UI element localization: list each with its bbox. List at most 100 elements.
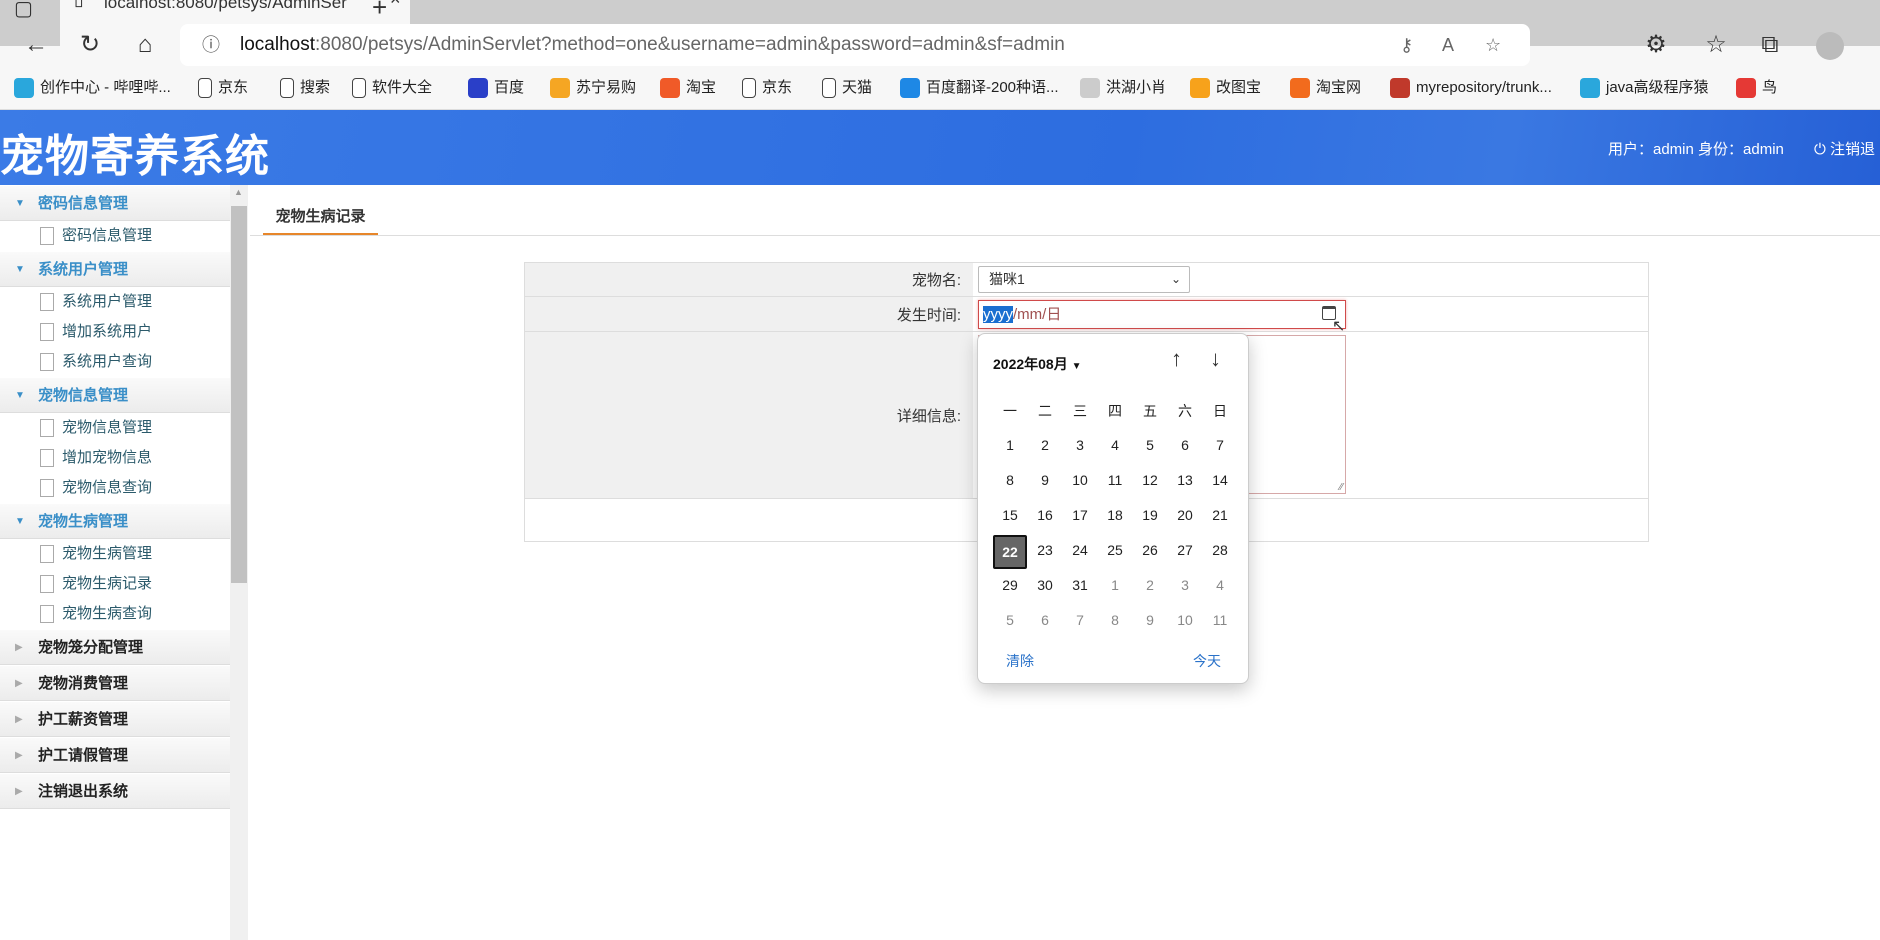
bookmark-item[interactable]: 苏宁易购 (550, 70, 636, 106)
sidebar-group[interactable]: ▼ 系统用户管理 (0, 251, 230, 287)
calendar-day[interactable]: 25 (1098, 542, 1132, 558)
calendar-day[interactable]: 13 (1168, 472, 1202, 488)
bookmark-item[interactable]: 淘宝网 (1290, 70, 1361, 106)
bookmark-item[interactable]: 创作中心 - 哔哩哔... (14, 70, 171, 106)
calendar-day[interactable]: 3 (1063, 437, 1097, 453)
calendar-day[interactable]: 9 (1028, 472, 1062, 488)
calendar-day[interactable]: 6 (1168, 437, 1202, 453)
sidebar-item[interactable]: 宠物信息查询 (0, 473, 230, 503)
sidebar-item[interactable]: 密码信息管理 (0, 221, 230, 251)
sidebar-item[interactable]: 宠物生病查询 (0, 599, 230, 629)
calendar-day[interactable]: 10 (1063, 472, 1097, 488)
calendar-day[interactable]: 18 (1098, 507, 1132, 523)
calendar-day[interactable]: 30 (1028, 577, 1062, 593)
calendar-day[interactable]: 10 (1168, 612, 1202, 628)
bookmark-item[interactable]: 京东 (198, 70, 248, 106)
bookmark-item[interactable]: 淘宝 (660, 70, 716, 106)
bookmark-item[interactable]: 鸟 (1736, 70, 1777, 106)
month-year-dropdown[interactable]: 2022年08月 ▼ (993, 354, 1082, 374)
calendar-day[interactable]: 1 (1098, 577, 1132, 593)
bookmark-item[interactable]: 百度 (468, 70, 524, 106)
calendar-day[interactable]: 3 (1168, 577, 1202, 593)
date-year-segment[interactable]: yyyy (983, 306, 1013, 323)
calendar-day[interactable]: 5 (993, 612, 1027, 628)
calendar-day[interactable]: 2 (1133, 577, 1167, 593)
calendar-day[interactable]: 2 (1028, 437, 1062, 453)
calendar-day[interactable]: 4 (1098, 437, 1132, 453)
calendar-day[interactable]: 19 (1133, 507, 1167, 523)
calendar-day-today[interactable]: 22 (993, 535, 1027, 569)
pet-name-select[interactable]: 猫咪1 ⌄ (978, 266, 1190, 293)
previous-month-arrow-icon[interactable]: ↑ (1171, 346, 1182, 372)
sidebar-group[interactable]: ▶ 宠物笼分配管理 (0, 629, 230, 665)
sidebar-scrollbar-thumb[interactable] (231, 206, 247, 583)
calendar-day[interactable]: 9 (1133, 612, 1167, 628)
sidebar-item[interactable]: 宠物生病记录 (0, 569, 230, 599)
sidebar-item[interactable]: 系统用户管理 (0, 287, 230, 317)
calendar-day[interactable]: 15 (993, 507, 1027, 523)
bookmark-item[interactable]: 天猫 (822, 70, 872, 106)
logout-link[interactable]: ⏻ 注销退 (1814, 138, 1875, 159)
calendar-day[interactable]: 7 (1203, 437, 1237, 453)
address-bar[interactable]: ⓘ localhost:8080/petsys/AdminServlet?met… (180, 24, 1530, 66)
sidebar-group[interactable]: ▶ 宠物消费管理 (0, 665, 230, 701)
calendar-day[interactable]: 4 (1203, 577, 1237, 593)
extensions-icon[interactable]: ⚙ (1636, 24, 1676, 66)
calendar-day[interactable]: 7 (1063, 612, 1097, 628)
bookmark-item[interactable]: java高级程序猿 (1580, 70, 1709, 106)
sidebar-group[interactable]: ▶ 护工请假管理 (0, 737, 230, 773)
clear-button[interactable]: 清除 (1006, 651, 1034, 671)
favorites-icon[interactable]: ☆ (1696, 24, 1736, 66)
calendar-day[interactable]: 11 (1098, 472, 1132, 488)
calendar-day[interactable]: 16 (1028, 507, 1062, 523)
key-icon[interactable]: ⚷ (1400, 24, 1413, 66)
calendar-day[interactable]: 6 (1028, 612, 1062, 628)
calendar-day[interactable]: 17 (1063, 507, 1097, 523)
bookmark-item[interactable]: 洪湖小肖 (1080, 70, 1166, 106)
next-month-arrow-icon[interactable]: ↓ (1210, 346, 1221, 372)
calendar-day[interactable]: 28 (1203, 542, 1237, 558)
close-tab-icon[interactable]: × (390, 0, 401, 8)
calendar-day[interactable]: 27 (1168, 542, 1202, 558)
resize-handle-icon[interactable]: ⁄⁄ (1340, 482, 1343, 493)
sidebar-item[interactable]: 增加宠物信息 (0, 443, 230, 473)
calendar-day[interactable]: 1 (993, 437, 1027, 453)
new-tab-icon[interactable]: + (372, 0, 387, 23)
sidebar-item[interactable]: 增加系统用户 (0, 317, 230, 347)
occurrence-date-input[interactable]: yyyy/mm/日 (978, 300, 1346, 329)
calendar-day[interactable]: 26 (1133, 542, 1167, 558)
bookmark-item[interactable]: 软件大全 (352, 70, 432, 106)
scroll-up-icon[interactable]: ▲ (234, 187, 243, 197)
bookmark-item[interactable]: myrepository/trunk... (1390, 70, 1552, 106)
bookmark-item[interactable]: 搜索 (280, 70, 330, 106)
calendar-day[interactable]: 29 (993, 577, 1027, 593)
sidebar-item[interactable]: 系统用户查询 (0, 347, 230, 377)
today-button[interactable]: 今天 (1193, 651, 1221, 671)
sidebar-group[interactable]: ▼ 宠物信息管理 (0, 377, 230, 413)
calendar-day[interactable]: 14 (1203, 472, 1237, 488)
calendar-day[interactable]: 31 (1063, 577, 1097, 593)
sidebar-item[interactable]: 宠物信息管理 (0, 413, 230, 443)
profile-avatar[interactable] (1816, 32, 1844, 60)
read-aloud-icon[interactable]: A (1442, 24, 1454, 66)
calendar-day[interactable]: 20 (1168, 507, 1202, 523)
sidebar-toggle-icon[interactable]: ▢ (14, 0, 33, 21)
calendar-day[interactable]: 8 (993, 472, 1027, 488)
calendar-day[interactable]: 8 (1098, 612, 1132, 628)
calendar-day[interactable]: 24 (1063, 542, 1097, 558)
bookmark-item[interactable]: 京东 (742, 70, 792, 106)
sidebar-item[interactable]: 宠物生病管理 (0, 539, 230, 569)
favorite-add-icon[interactable]: ☆ (1485, 24, 1501, 66)
back-icon[interactable]: ← (16, 24, 56, 66)
calendar-day[interactable]: 5 (1133, 437, 1167, 453)
date-rest-segment[interactable]: /mm/日 (1013, 306, 1061, 323)
bookmark-item[interactable]: 百度翻译-200种语... (900, 70, 1059, 106)
calendar-day[interactable]: 11 (1203, 612, 1237, 628)
sidebar-group[interactable]: ▶ 护工薪资管理 (0, 701, 230, 737)
sidebar-group[interactable]: ▶ 注销退出系统 (0, 773, 230, 809)
bookmark-item[interactable]: 改图宝 (1190, 70, 1261, 106)
sidebar-group[interactable]: ▼ 密码信息管理 (0, 185, 230, 221)
collections-icon[interactable]: ⧉ (1750, 24, 1790, 66)
calendar-day[interactable]: 23 (1028, 542, 1062, 558)
home-icon[interactable]: ⌂ (125, 24, 165, 66)
